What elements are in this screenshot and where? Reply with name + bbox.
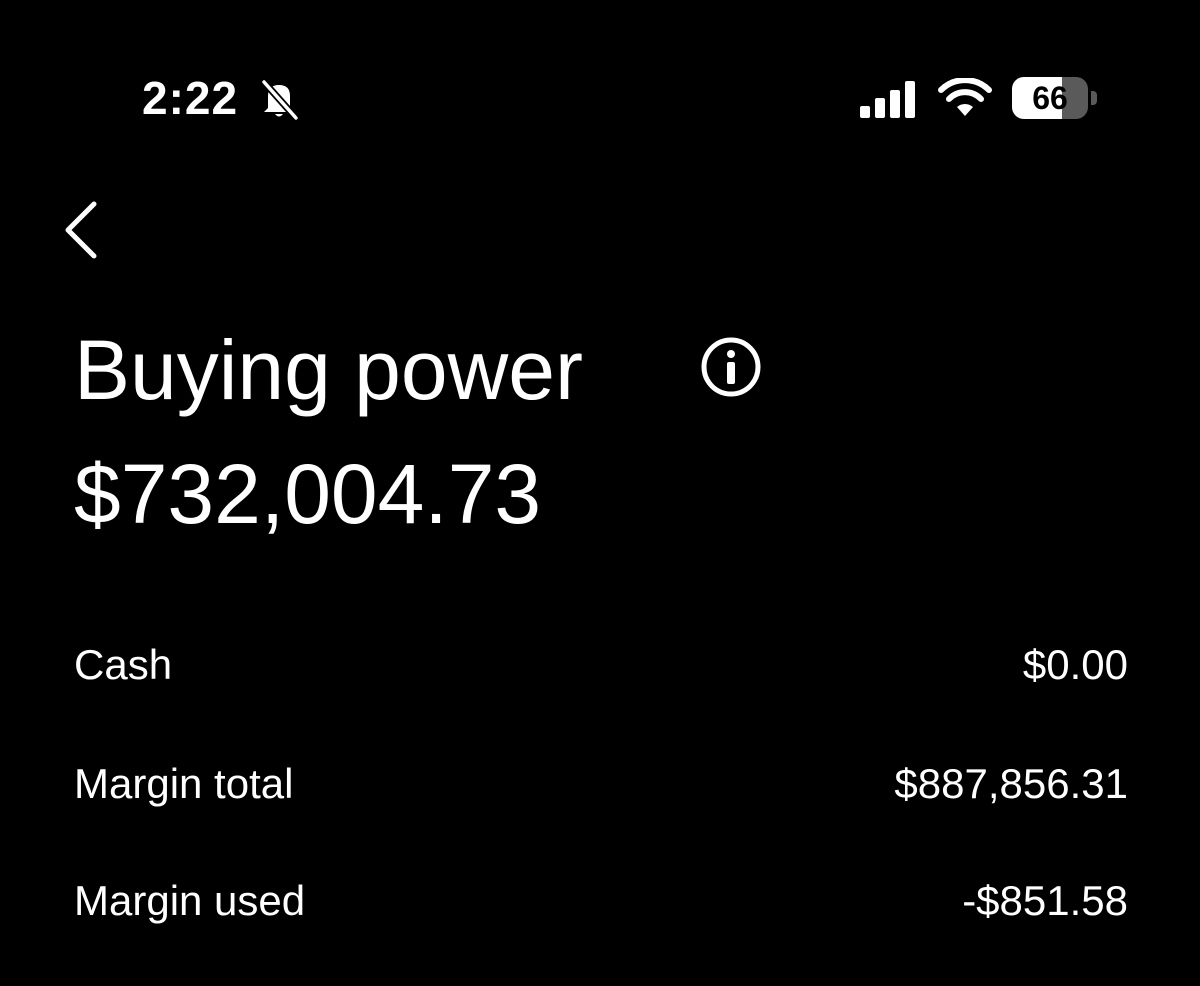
status-bar: 2:22 66 <box>0 60 1200 136</box>
margin-total-row: Margin total $887,856.31 <box>74 754 1128 814</box>
info-icon[interactable] <box>700 336 762 398</box>
battery-cap <box>1091 91 1097 105</box>
cellular-signal-icon <box>860 81 915 118</box>
margin-total-label: Margin total <box>74 760 294 807</box>
wifi-icon <box>938 78 992 116</box>
page-title: Buying power <box>74 323 583 417</box>
cash-value: $0.00 <box>1022 641 1128 688</box>
margin-total-value: $887,856.31 <box>894 760 1128 807</box>
battery-level: 66 <box>1032 80 1068 116</box>
chevron-left-icon <box>65 201 97 259</box>
battery-icon: 66 <box>1012 77 1098 119</box>
cash-row: Cash $0.00 <box>74 635 1128 695</box>
margin-used-value: -$851.58 <box>962 877 1128 924</box>
buying-power-amount: $732,004.73 <box>74 447 542 541</box>
back-button[interactable] <box>56 196 108 264</box>
battery-body: 66 <box>1012 77 1088 119</box>
bell-slash-icon <box>260 78 300 120</box>
cash-label: Cash <box>74 641 173 688</box>
status-time: 2:22 <box>142 72 239 124</box>
margin-used-row: Margin used -$851.58 <box>74 871 1128 931</box>
margin-used-label: Margin used <box>74 877 306 924</box>
